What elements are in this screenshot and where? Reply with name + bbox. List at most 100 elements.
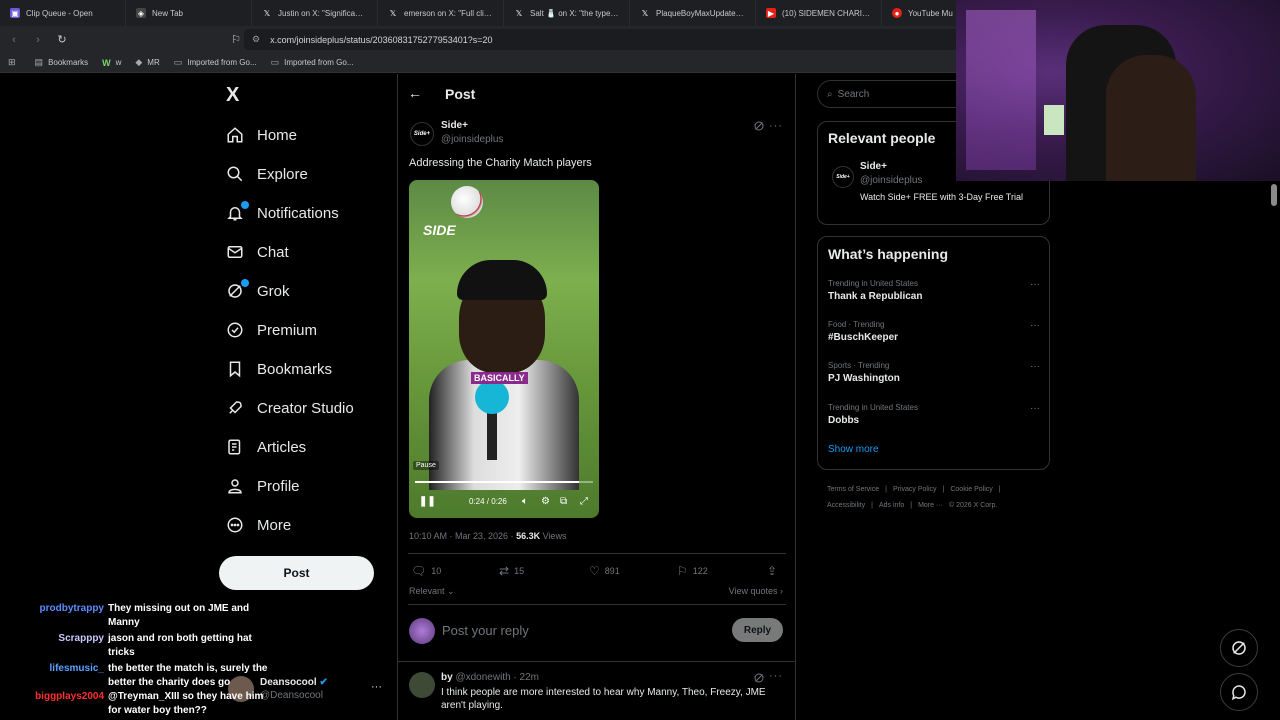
chat-text: They missing out on JME and Manny — [108, 603, 250, 628]
post-header: ← Post — [398, 74, 796, 114]
sort-replies-dropdown[interactable]: Relevant ⌄ — [409, 586, 455, 597]
reply-action[interactable]: 🗨︎ 10 — [411, 564, 441, 578]
sidebar-item-creator-studio[interactable]: Creator Studio — [226, 399, 354, 417]
more-options-icon[interactable]: ··· — [1030, 361, 1040, 372]
sidebar-item-bookmarks[interactable]: Bookmarks — [226, 360, 332, 378]
mr-logo-icon: ◆ — [135, 57, 143, 67]
trend-item[interactable]: Trending in United States Thank a Republi… — [828, 279, 1040, 302]
relevant-person-name[interactable]: Side+ — [860, 161, 887, 172]
grok-badge — [241, 279, 249, 287]
grok-explain-icon[interactable] — [753, 672, 765, 684]
sidebar-item-explore[interactable]: Explore — [226, 165, 308, 183]
verified-icon — [226, 321, 244, 339]
x-logo-icon: 𝕏 — [263, 8, 271, 18]
share-icon[interactable]: ⇪ — [767, 564, 782, 578]
trend-item[interactable]: Trending in United States Dobbs ··· — [828, 403, 1040, 426]
browser-tab[interactable]: 𝕏 Salt 🧂 on X: "the type of — [504, 0, 630, 26]
grok-fab-button[interactable] — [1220, 629, 1258, 667]
sidebar-item-premium[interactable]: Premium — [226, 321, 317, 339]
webcam-streamer — [1106, 55, 1196, 181]
bookmark-folder[interactable]: ▭ Imported from Go... — [174, 57, 257, 68]
rocket-icon — [226, 399, 244, 417]
sidebar-item-home[interactable]: Home — [226, 126, 297, 144]
video-player[interactable]: SIDE BASICALLY Pause ❚❚ 0:24 / 0:26 🔈︎ ⚙… — [409, 180, 599, 518]
sidebar-item-notifications[interactable]: Notifications — [226, 201, 339, 222]
bookmark-folder[interactable]: ▭ Imported from Go... — [271, 57, 354, 68]
bookmark-item[interactable]: ▤ Bookmarks — [35, 57, 89, 68]
author-name[interactable]: Side+ — [441, 120, 468, 131]
bookmark-action[interactable]: ⚐ 122 — [677, 564, 708, 578]
sidebar-item-label: Creator Studio — [257, 399, 354, 417]
footer-link[interactable]: Terms of Service — [827, 486, 879, 493]
more-options-icon[interactable]: ··· — [769, 670, 783, 682]
trend-item[interactable]: Sports · Trending PJ Washington ··· — [828, 361, 1040, 384]
footer-link[interactable]: Accessibility — [827, 502, 865, 509]
reply-button[interactable]: Reply — [732, 618, 783, 642]
more-options-icon[interactable]: ··· — [371, 681, 382, 693]
more-options-icon[interactable]: ··· — [1030, 403, 1040, 414]
bookmark-icon: ⚐ — [677, 564, 688, 578]
fullscreen-icon[interactable]: ⤢ — [580, 496, 588, 507]
browser-tab[interactable]: ◈ New Tab — [126, 0, 252, 26]
forward-arrow-icon[interactable]: › — [28, 34, 48, 46]
browser-tab[interactable]: ▶ (10) SIDEMEN CHARITY M — [756, 0, 882, 26]
w-logo-icon: W — [102, 57, 111, 68]
browser-tab[interactable]: 𝕏 PlaqueBoyMaxUpdates on — [630, 0, 756, 26]
browser-tab[interactable]: ▣ Clip Queue - Open — [0, 0, 126, 26]
trend-item[interactable]: Food · Trending #BuschKeeper ··· — [828, 320, 1040, 343]
messages-fab-button[interactable] — [1220, 673, 1258, 711]
reload-icon[interactable]: ↻ — [52, 33, 72, 46]
browser-tab[interactable]: 𝕏 Justin on X: "Significantly — [252, 0, 378, 26]
footer-link[interactable]: Ads info — [879, 502, 904, 509]
bookmark-item[interactable]: Ww — [102, 58, 121, 68]
grok-explain-icon[interactable] — [753, 120, 765, 132]
view-quotes-link[interactable]: View quotes › — [729, 586, 783, 596]
author-avatar[interactable]: Side+ — [410, 122, 434, 146]
more-circle-icon — [226, 516, 244, 534]
notification-badge — [241, 201, 249, 209]
settings-icon[interactable]: ⚙ — [541, 496, 550, 507]
more-options-icon[interactable]: ··· — [1030, 279, 1040, 290]
tab-title: Salt 🧂 on X: "the type of — [530, 8, 619, 18]
url-input[interactable]: ⚙ x.com/joinsideplus/status/203608317527… — [244, 29, 964, 50]
volume-icon[interactable]: 🔈︎ — [522, 496, 528, 507]
popout-icon[interactable]: ⧉ — [560, 496, 567, 507]
footer-link[interactable]: Privacy Policy — [893, 486, 937, 493]
scrollbar-thumb[interactable] — [1271, 184, 1277, 206]
back-arrow-icon[interactable]: ‹ — [4, 34, 24, 46]
relevant-person-avatar[interactable]: Side+ — [832, 166, 854, 188]
reply-input[interactable]: Post your reply — [442, 623, 529, 638]
tab-title: Justin on X: "Significantly — [278, 8, 367, 18]
panel-title: What’s happening — [828, 246, 949, 262]
repost-icon: ⇄ — [499, 564, 510, 578]
video-progress-bar[interactable] — [415, 481, 593, 483]
footer-link[interactable]: More ··· — [918, 502, 943, 509]
chat-bubble-icon — [1231, 685, 1246, 701]
back-arrow-icon[interactable]: ← — [408, 85, 422, 101]
more-options-icon[interactable]: ··· — [769, 120, 783, 132]
more-options-icon[interactable]: ··· — [1030, 320, 1040, 331]
apps-icon[interactable]: ⊞ — [8, 57, 21, 68]
cap-image — [457, 260, 547, 300]
sidebar-item-chat[interactable]: Chat — [226, 243, 289, 261]
sidebar-item-grok[interactable]: Grok — [226, 279, 290, 300]
comment-author[interactable]: by @xdonewith · 22m — [441, 672, 539, 683]
sidebar-item-more[interactable]: More — [226, 516, 291, 534]
relevant-person-handle[interactable]: @joinsideplus — [860, 175, 922, 186]
bookmarks-icon: ▤ — [34, 57, 44, 67]
site-settings-icon[interactable]: ⚙ — [252, 34, 260, 45]
sidebar-item-articles[interactable]: Articles — [226, 438, 306, 456]
repost-action[interactable]: ⇄ 15 — [499, 564, 524, 578]
x-logo-icon[interactable]: X — [226, 84, 239, 107]
footer-link[interactable]: Cookie Policy — [950, 486, 992, 493]
post-button[interactable]: Post — [219, 556, 374, 590]
bookmark-item[interactable]: ◆ MR — [135, 57, 159, 68]
author-handle[interactable]: @joinsideplus — [441, 134, 503, 145]
browser-tab[interactable]: 𝕏emerson on X: "Full clip of — [378, 0, 504, 26]
comment-avatar[interactable] — [409, 672, 435, 698]
like-action[interactable]: ♡ 891 — [589, 564, 620, 578]
pause-icon[interactable]: ❚❚ — [419, 496, 436, 507]
show-more-link[interactable]: Show more — [828, 444, 879, 455]
bookmark-page-icon[interactable]: ⚐ — [226, 33, 246, 46]
sidebar-item-profile[interactable]: Profile — [226, 477, 300, 495]
